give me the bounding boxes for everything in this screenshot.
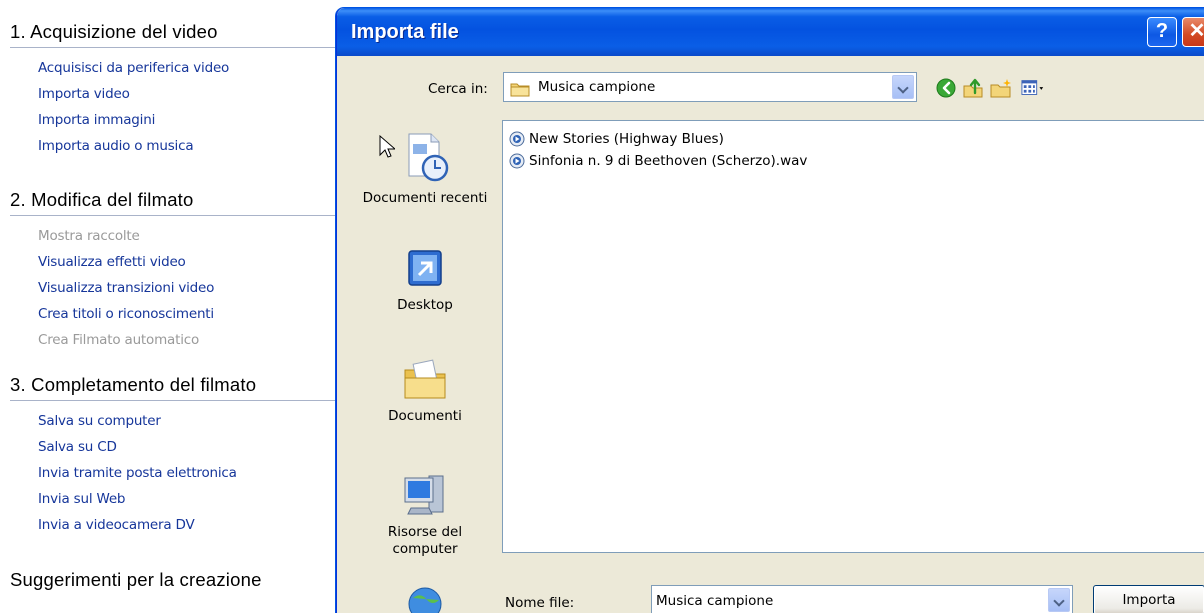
section-title: 2. Modifica del filmato	[10, 189, 194, 210]
file-name: Sinfonia n. 9 di Beethoven (Scherzo).wav	[529, 153, 808, 169]
up-folder-icon[interactable]	[961, 77, 985, 99]
mouse-cursor-icon	[379, 135, 395, 158]
look-in-dropdown[interactable]: Musica campione	[503, 72, 917, 102]
look-in-label: Cerca in:	[428, 81, 488, 97]
task-link-import-audio[interactable]: Importa audio o musica	[38, 133, 344, 159]
chevron-down-icon[interactable]	[1048, 588, 1070, 612]
task-link-send-dv-camera[interactable]: Invia a videocamera DV	[38, 512, 344, 538]
task-link-import-video[interactable]: Importa video	[38, 81, 344, 107]
task-link-save-to-cd[interactable]: Salva su CD	[38, 434, 344, 460]
section-divider	[10, 400, 344, 401]
folder-icon	[510, 83, 530, 97]
file-name: New Stories (Highway Blues)	[529, 131, 724, 147]
import-file-dialog: Importa file ? ✕ Cerca in: Musica campio…	[336, 8, 1204, 613]
task-link-show-collections: Mostra raccolte	[38, 228, 140, 244]
import-button[interactable]: Importa	[1093, 585, 1204, 613]
look-in-value: Musica campione	[538, 79, 656, 95]
recent-documents-icon	[408, 133, 449, 182]
my-computer-icon	[404, 475, 444, 515]
section-divider	[10, 215, 344, 216]
file-name-value: Musica campione	[656, 593, 774, 609]
place-label: Documenti	[388, 408, 462, 424]
task-link-view-video-transitions[interactable]: Visualizza transizioni video	[38, 275, 344, 301]
section-title: 1. Acquisizione del video	[10, 21, 218, 42]
section-capture-video: 1. Acquisizione del video Acquisisci da …	[0, 18, 344, 159]
audio-file-icon	[509, 153, 525, 169]
section-title: Suggerimenti per la creazione	[10, 569, 262, 590]
back-icon[interactable]	[935, 77, 959, 99]
task-link-automovie: Crea Filmato automatico	[38, 332, 200, 348]
file-name-label: Nome file:	[505, 595, 575, 611]
task-link-make-titles[interactable]: Crea titoli o riconoscimenti	[38, 301, 344, 327]
desktop-icon	[408, 250, 442, 286]
place-my-documents[interactable]: Documenti	[355, 356, 495, 425]
task-link-send-web[interactable]: Invia sul Web	[38, 486, 344, 512]
audio-file-icon	[509, 131, 525, 147]
task-link-save-to-computer[interactable]: Salva su computer	[38, 408, 344, 434]
place-desktop[interactable]: Desktop	[355, 245, 495, 314]
place-recent-documents[interactable]: Documenti recenti	[355, 128, 495, 207]
my-documents-icon	[404, 359, 446, 399]
place-label: Risorse del computer	[387, 524, 463, 557]
place-network[interactable]	[355, 580, 495, 613]
file-list[interactable]: New Stories (Highway Blues) Sinfonia n. …	[502, 120, 1204, 553]
views-menu-icon[interactable]	[1021, 77, 1045, 99]
places-bar: Documenti recenti Desktop Documenti Riso…	[355, 120, 495, 613]
place-my-computer[interactable]: Risorse del computer	[355, 468, 495, 558]
network-places-icon	[408, 587, 442, 613]
dialog-titlebar[interactable]: Importa file ? ✕	[337, 8, 1204, 56]
new-folder-icon[interactable]	[989, 77, 1013, 99]
dialog-title: Importa file	[351, 21, 459, 43]
section-divider	[10, 47, 344, 48]
task-pane: 1. Acquisizione del video Acquisisci da …	[0, 0, 344, 613]
file-name-input[interactable]: Musica campione	[651, 585, 1073, 613]
task-link-send-email[interactable]: Invia tramite posta elettronica	[38, 460, 344, 486]
task-link-capture-from-device[interactable]: Acquisisci da periferica video	[38, 55, 344, 81]
section-title: 3. Completamento del filmato	[10, 374, 257, 395]
place-label: Desktop	[397, 297, 453, 313]
chevron-down-icon[interactable]	[892, 75, 914, 99]
place-label: Documenti recenti	[362, 190, 488, 206]
section-finish-movie: 3. Completamento del filmato Salva su co…	[0, 371, 344, 538]
task-link-import-pictures[interactable]: Importa immagini	[38, 107, 344, 133]
help-button[interactable]: ?	[1147, 17, 1177, 47]
section-tips: Suggerimenti per la creazione	[0, 566, 344, 594]
section-edit-movie: 2. Modifica del filmato Mostra raccolte …	[0, 186, 344, 353]
close-button[interactable]: ✕	[1182, 17, 1204, 47]
task-link-view-video-effects[interactable]: Visualizza effetti video	[38, 249, 344, 275]
